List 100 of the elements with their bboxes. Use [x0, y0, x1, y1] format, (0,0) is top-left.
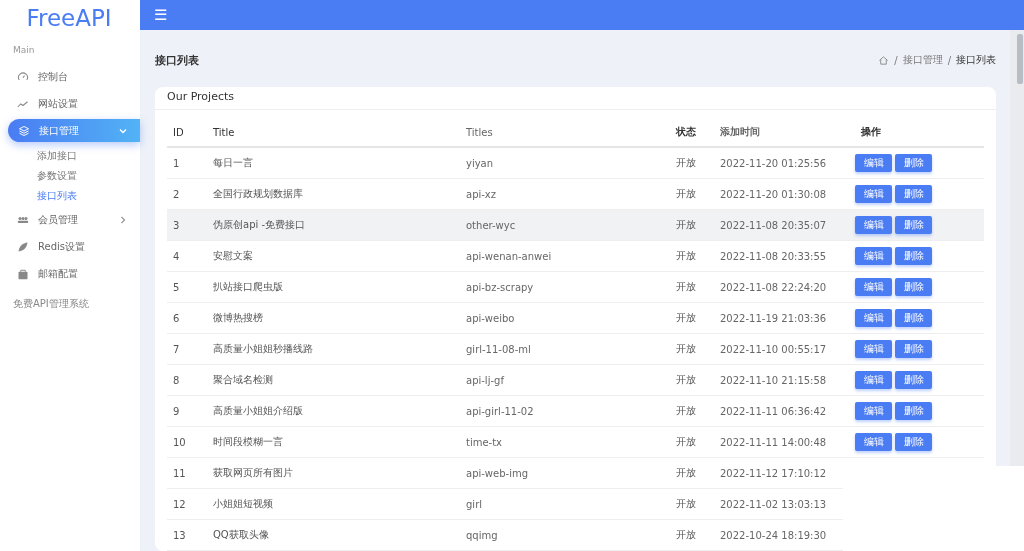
nav-label: 邮箱配置 — [38, 266, 78, 281]
table-cell-text: 3 — [172, 219, 181, 231]
table-cell-text: 开放 — [675, 466, 697, 480]
table-cell-text: 1 — [172, 157, 181, 169]
table-cell-text: other-wyc — [465, 219, 517, 231]
table-cell-text: api-lj-gf — [465, 374, 506, 386]
delete-button[interactable]: 删除 — [895, 309, 932, 327]
table-cell-text: 开放 — [675, 342, 697, 356]
table-cell-text: api-web-img — [465, 467, 530, 479]
menu-button[interactable]: ☰ — [152, 6, 169, 24]
table-cell-text: 高质量小姐姐介绍版 — [212, 404, 304, 418]
delete-button[interactable]: 删除 — [895, 371, 932, 389]
table-cell-text: 2022-11-12 17:10:12 — [719, 467, 828, 479]
table-cell-text: 13 — [172, 529, 187, 541]
table-cell-text: 2022-11-20 01:30:08 — [719, 188, 828, 200]
submenu-item[interactable]: 参数设置 — [0, 166, 140, 186]
scrollbar-thumb[interactable] — [1017, 34, 1023, 84]
nav-label: 接口管理 — [39, 123, 79, 138]
table-cell-text: 2022-11-10 00:55:17 — [719, 343, 828, 355]
table-cell-text: 开放 — [675, 404, 697, 418]
nav-item[interactable]: 接口管理 — [8, 119, 140, 142]
table-cell-text: qqimg — [465, 529, 499, 541]
breadcrumb-separator: / — [947, 54, 951, 66]
table-cell-text: api-weibo — [465, 312, 516, 324]
delete-button[interactable]: 删除 — [895, 216, 932, 234]
delete-button[interactable]: 删除 — [895, 340, 932, 358]
edit-button[interactable]: 编辑 — [855, 216, 892, 234]
table-cell-text: 6 — [172, 312, 181, 324]
nav-label: Redis设置 — [38, 239, 85, 254]
table-cell-text: 9 — [172, 405, 181, 417]
table-cell-text: 开放 — [675, 218, 697, 232]
table-cell-text: 2022-10-24 18:19:30 — [719, 529, 828, 541]
table-cell-text: girl-11-08-ml — [465, 343, 532, 355]
table-cell-text: 2022-11-02 13:03:13 — [719, 498, 828, 510]
nav-item[interactable]: 控制台 — [0, 63, 140, 90]
edit-button[interactable]: 编辑 — [855, 247, 892, 265]
edit-button[interactable]: 编辑 — [855, 278, 892, 296]
table-cell-text: api-xz — [465, 188, 498, 200]
logo: FreeAPI — [25, 5, 113, 31]
table-cell-text: api-girl-11-02 — [465, 405, 535, 417]
table-cell-text: 开放 — [675, 187, 697, 201]
delete-button[interactable]: 删除 — [895, 185, 932, 203]
scrollbar[interactable] — [1010, 30, 1024, 466]
breadcrumb-item[interactable]: 接口管理 — [902, 53, 943, 67]
table-cell-text: 开放 — [675, 311, 697, 325]
edit-button[interactable]: 编辑 — [855, 433, 892, 451]
delete-button[interactable]: 删除 — [895, 154, 932, 172]
table-cell-text: 开放 — [675, 249, 697, 263]
delete-button[interactable]: 删除 — [895, 247, 932, 265]
table-cell-text: api-bz-scrapy — [465, 281, 535, 293]
table-cell-text: girl — [465, 498, 483, 510]
column-header: Titles — [465, 126, 494, 138]
table-cell-text: 2022-11-10 21:15:58 — [719, 374, 828, 386]
table-cell-text: 安慰文案 — [212, 249, 254, 263]
nav-label: 会员管理 — [38, 212, 78, 227]
delete-button[interactable]: 删除 — [895, 402, 932, 420]
nav-item[interactable]: Redis设置 — [0, 233, 140, 260]
submenu-item[interactable]: 接口列表 — [0, 186, 140, 206]
table-cell-text: 伪原创api -免费接口 — [212, 218, 307, 232]
edit-button[interactable]: 编辑 — [855, 154, 892, 172]
table-cell-text: 开放 — [675, 373, 697, 387]
table-cell-text: 5 — [172, 281, 181, 293]
table-cell-text: 2022-11-08 22:24:20 — [719, 281, 828, 293]
edit-button[interactable]: 编辑 — [855, 371, 892, 389]
nav-label: 网站设置 — [38, 96, 78, 111]
nav-icon — [17, 267, 29, 280]
footer-text: 免费API管理系统 — [12, 297, 90, 311]
edit-button[interactable]: 编辑 — [855, 185, 892, 203]
delete-button[interactable]: 删除 — [895, 433, 932, 451]
nav-item[interactable]: 邮箱配置 — [0, 260, 140, 287]
table-cell-text: 11 — [172, 467, 187, 479]
table-cell-text: 开放 — [675, 497, 697, 511]
table-cell-text: 开放 — [675, 435, 697, 449]
table-cell-text: 时间段模糊一言 — [212, 435, 284, 449]
table-cell-text: 全国行政规划数据库 — [212, 187, 304, 201]
card-title: Our Projects — [167, 90, 234, 103]
home-icon[interactable] — [878, 54, 890, 66]
table-cell-text: 每日一言 — [212, 156, 254, 170]
table-cell-text: 2022-11-11 06:36:42 — [719, 405, 828, 417]
table-cell-text: 聚合域名检测 — [212, 373, 274, 387]
column-header: 操作 — [860, 125, 882, 139]
submenu-item[interactable]: 添加接口 — [0, 146, 140, 166]
page-title: 接口列表 — [155, 52, 199, 68]
table-cell-text: 12 — [172, 498, 187, 510]
table-cell-text: 8 — [172, 374, 181, 386]
nav-item[interactable]: 网站设置 — [0, 90, 140, 117]
edit-button[interactable]: 编辑 — [855, 309, 892, 327]
table-cell-text: api-wenan-anwei — [465, 250, 553, 262]
section-label: Main — [12, 45, 36, 55]
table-cell-text: 2022-11-20 01:25:56 — [719, 157, 828, 169]
nav-item[interactable]: 会员管理 — [0, 206, 140, 233]
edit-button[interactable]: 编辑 — [855, 402, 892, 420]
column-header: 状态 — [674, 125, 697, 139]
nav-label: 控制台 — [38, 69, 68, 84]
nav-icon — [18, 124, 30, 137]
table-cell-text: 开放 — [675, 280, 697, 294]
delete-button[interactable]: 删除 — [895, 278, 932, 296]
nav-icon — [17, 240, 29, 253]
breadcrumb-separator: / — [894, 54, 898, 66]
edit-button[interactable]: 编辑 — [855, 340, 892, 358]
